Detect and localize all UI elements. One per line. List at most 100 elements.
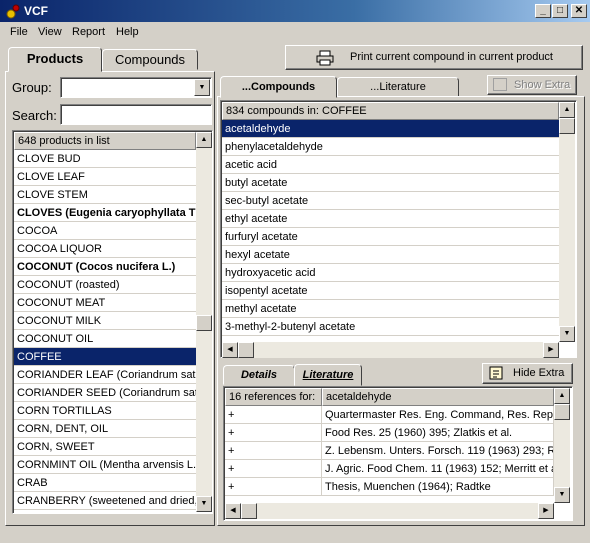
product-list-item[interactable]: CLOVES (Eugenia caryophyllata Th: [14, 204, 196, 222]
product-list-item[interactable]: CORIANDER SEED (Coriandrum sativu: [14, 384, 196, 402]
references-compound-header: acetaldehyde: [322, 388, 554, 406]
product-list-item[interactable]: CLOVE LEAF: [14, 168, 196, 186]
compound-list-item[interactable]: isopentyl acetate: [222, 282, 559, 300]
window-title: VCF: [24, 4, 48, 18]
product-list-item[interactable]: CORNMINT OIL (Mentha arvensis L. va: [14, 456, 196, 474]
tab-literature-sub[interactable]: ...Literature: [337, 77, 459, 97]
scroll-right-icon[interactable]: ▶: [538, 503, 554, 519]
scroll-thumb[interactable]: [554, 404, 570, 420]
references-table[interactable]: 16 references for: acetaldehyde + Quarter…: [223, 386, 573, 521]
reference-expand-toggle[interactable]: +: [225, 406, 322, 424]
menu-view[interactable]: View: [38, 26, 62, 38]
product-list-item[interactable]: COCOA LIQUOR: [14, 240, 196, 258]
compound-list-item[interactable]: hydroxyacetic acid: [222, 264, 559, 282]
compounds-list[interactable]: 834 compounds in: COFFEE acetaldehyde phe…: [220, 100, 577, 358]
menu-bar: File View Report Help: [0, 22, 590, 42]
product-list-item[interactable]: COCONUT MILK: [14, 312, 196, 330]
product-list-item[interactable]: CLOVE BUD: [14, 150, 196, 168]
product-list-item[interactable]: CORN TORTILLAS: [14, 402, 196, 420]
reference-expand-toggle[interactable]: +: [225, 460, 322, 478]
references-rows: + Quartermaster Res. Eng. Command, Res. R…: [225, 406, 554, 501]
product-list-item[interactable]: CORN, DENT, OIL: [14, 420, 196, 438]
product-list-item[interactable]: CORIANDER LEAF (Coriandrum sativu: [14, 366, 196, 384]
chevron-down-icon[interactable]: ▼: [194, 79, 210, 96]
scroll-up-icon[interactable]: ▲: [196, 132, 212, 148]
print-compound-button[interactable]: Print current compound in current produc…: [285, 45, 583, 70]
search-input[interactable]: [60, 104, 212, 125]
compound-list-item[interactable]: acetic acid: [222, 156, 559, 174]
menu-help[interactable]: Help: [116, 26, 139, 38]
extra-icon: [493, 78, 507, 91]
compound-list-item[interactable]: 3-methyl-2-butenyl acetate: [222, 318, 559, 336]
product-list-item[interactable]: CORN, SWEET: [14, 438, 196, 456]
title-bar: VCF _ □ ✕: [0, 0, 590, 22]
reference-text[interactable]: Z. Lebensm. Unters. Forsch. 119 (1963) 2…: [322, 442, 554, 460]
scroll-right-icon[interactable]: ▶: [543, 342, 559, 358]
compound-list-item[interactable]: sec-butyl acetate: [222, 192, 559, 210]
scroll-down-icon[interactable]: ▼: [559, 326, 575, 342]
scroll-thumb[interactable]: [196, 315, 212, 331]
hide-extra-icon: [489, 366, 503, 380]
tab-details[interactable]: Details: [223, 365, 295, 385]
product-list-item[interactable]: CRAB: [14, 474, 196, 492]
menu-file[interactable]: File: [10, 26, 28, 38]
reference-expand-toggle[interactable]: +: [225, 424, 322, 442]
product-list-item[interactable]: CRANBERRY (sweetened and dried,: [14, 492, 196, 510]
scroll-thumb[interactable]: [241, 503, 257, 519]
scroll-thumb[interactable]: [238, 342, 254, 358]
products-scrollbar[interactable]: ▲ ▼: [196, 132, 212, 512]
products-list[interactable]: 648 products in list CLOVE BUD CLOVE LEAF…: [12, 130, 213, 514]
reference-text[interactable]: Food Res. 25 (1960) 395; Zlatkis et al.: [322, 424, 554, 442]
compound-list-item[interactable]: methyl acetate: [222, 300, 559, 318]
compounds-count-header: 834 compounds in: COFFEE: [222, 102, 559, 120]
scroll-thumb[interactable]: [559, 118, 575, 134]
scroll-down-icon[interactable]: ▼: [196, 496, 212, 512]
app-icon: [6, 4, 20, 19]
scroll-left-icon[interactable]: ◀: [222, 342, 238, 358]
product-list-item[interactable]: COCONUT MEAT: [14, 294, 196, 312]
tab-products[interactable]: Products: [8, 47, 102, 72]
scroll-down-icon[interactable]: ▼: [554, 487, 570, 503]
compound-list-item[interactable]: hexyl acetate: [222, 246, 559, 264]
close-button[interactable]: ✕: [571, 4, 587, 18]
product-list-item[interactable]: COCONUT (roasted): [14, 276, 196, 294]
reference-expand-toggle[interactable]: +: [225, 478, 322, 496]
scroll-up-icon[interactable]: ▲: [554, 388, 570, 404]
minimize-button[interactable]: _: [535, 4, 551, 18]
product-list-item[interactable]: COCONUT OIL: [14, 330, 196, 348]
print-button-label: Print current compound in current produc…: [350, 51, 553, 63]
tab-literature-detail[interactable]: Literature: [294, 364, 362, 386]
hide-extra-button[interactable]: Hide Extra: [482, 363, 573, 384]
compounds-hscrollbar[interactable]: ◀ ▶: [222, 342, 559, 358]
scroll-left-icon[interactable]: ◀: [225, 503, 241, 519]
group-label: Group:: [12, 80, 52, 95]
group-select[interactable]: ▼: [60, 77, 212, 98]
tab-compounds-sub[interactable]: ...Compounds: [220, 76, 337, 98]
compound-list-item[interactable]: furfuryl acetate: [222, 228, 559, 246]
reference-text[interactable]: Quartermaster Res. Eng. Command, Res. Re…: [322, 406, 554, 424]
scroll-up-icon[interactable]: ▲: [559, 102, 575, 118]
references-vscrollbar[interactable]: ▲ ▼: [554, 388, 570, 503]
compound-list-item[interactable]: ethyl acetate: [222, 210, 559, 228]
compounds-vscrollbar[interactable]: ▲ ▼: [559, 102, 575, 342]
show-extra-button[interactable]: Show Extra: [487, 75, 577, 95]
compound-list-item[interactable]: butyl acetate: [222, 174, 559, 192]
compounds-rows: acetaldehyde phenylacetaldehyde acetic aci…: [222, 120, 559, 342]
menu-report[interactable]: Report: [72, 26, 105, 38]
products-rows: CLOVE BUD CLOVE LEAF CLOVE STEM CLOVES (Eug…: [14, 150, 196, 514]
product-list-item[interactable]: CLOVE STEM: [14, 186, 196, 204]
reference-text[interactable]: Thesis, Muenchen (1964); Radtke: [322, 478, 554, 496]
printer-icon: [316, 50, 334, 66]
product-list-item[interactable]: COCOA: [14, 222, 196, 240]
compound-list-item[interactable]: phenylacetaldehyde: [222, 138, 559, 156]
products-count-header: 648 products in list: [14, 132, 196, 150]
reference-expand-toggle[interactable]: +: [225, 442, 322, 460]
search-label: Search:: [12, 108, 57, 123]
product-list-item[interactable]: COCONUT (Cocos nucifera L.): [14, 258, 196, 276]
reference-text[interactable]: J. Agric. Food Chem. 11 (1963) 152; Merr…: [322, 460, 554, 478]
tab-compounds[interactable]: Compounds: [102, 49, 198, 70]
product-list-item[interactable]: COFFEE: [14, 348, 196, 366]
maximize-button[interactable]: □: [552, 4, 568, 18]
compound-list-item[interactable]: acetaldehyde: [222, 120, 559, 138]
references-hscrollbar[interactable]: ◀ ▶: [225, 503, 554, 519]
